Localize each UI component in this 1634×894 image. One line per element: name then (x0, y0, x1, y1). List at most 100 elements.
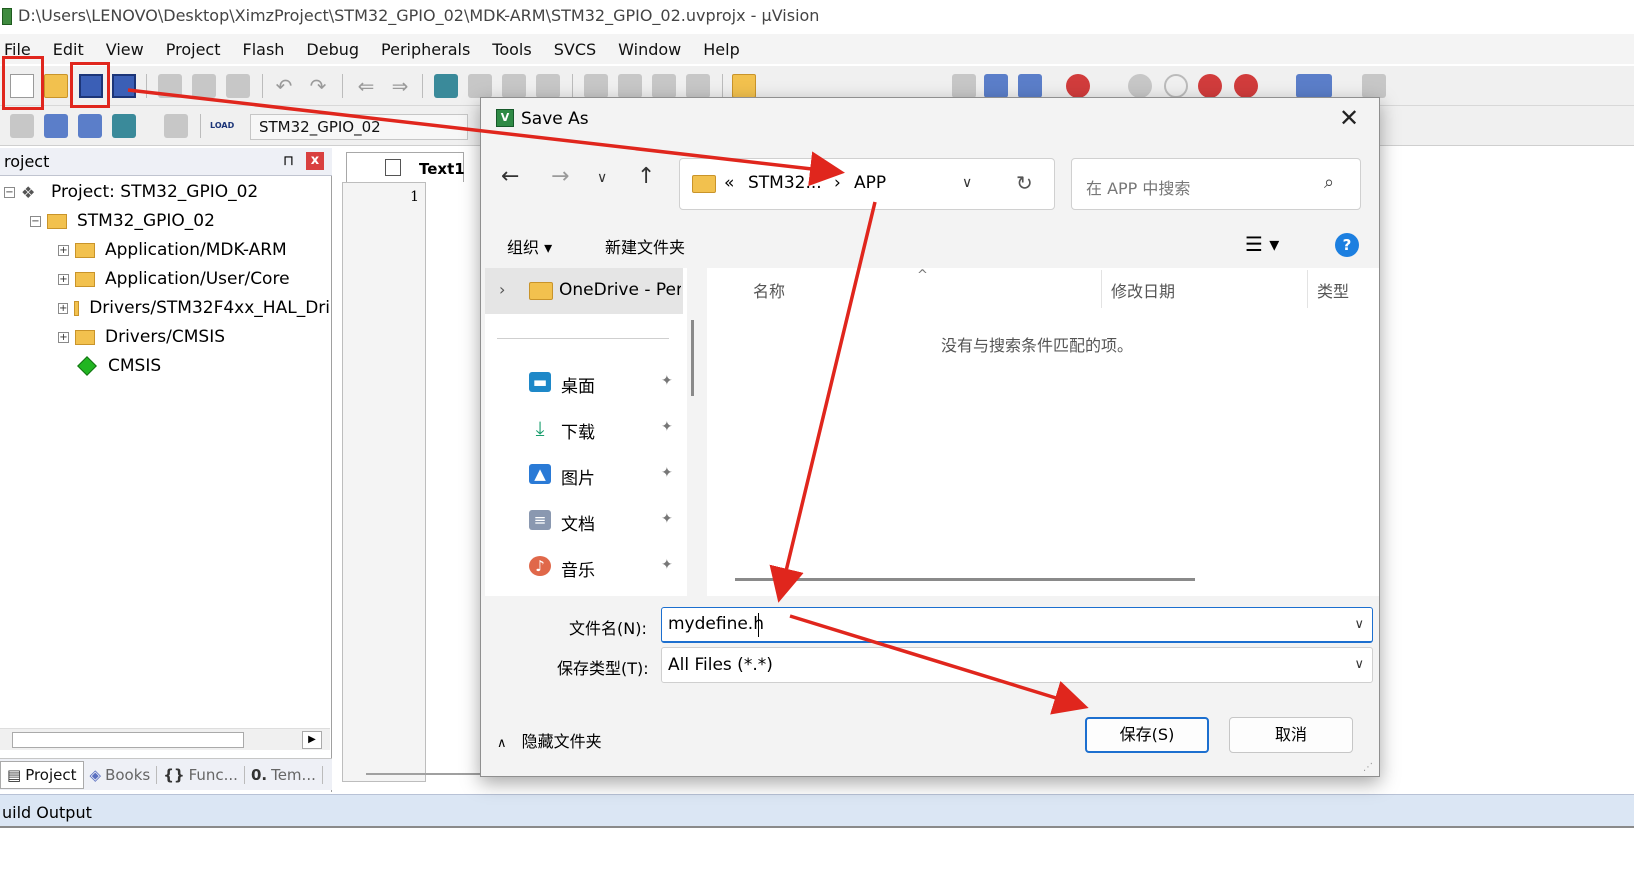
tree-item-project[interactable]: − ❖ Project: STM32_GPIO_02 (4, 179, 258, 205)
resize-grip-icon[interactable]: ⋰ (1363, 762, 1373, 773)
forward-icon[interactable]: → (551, 164, 569, 189)
nav-item-downloads[interactable]: ⤓ 下载 ✦ (485, 412, 683, 446)
rebuild-icon[interactable] (78, 114, 102, 138)
tree-item-target[interactable]: − STM32_GPIO_02 (30, 208, 215, 234)
recent-locations-icon[interactable]: ∨ (597, 170, 607, 186)
menu-project[interactable]: Project (155, 40, 232, 59)
expand-icon[interactable]: + (58, 302, 69, 314)
navigate-back-icon[interactable]: ⇐ (354, 74, 378, 98)
kill-breakpoints-icon[interactable] (1198, 74, 1222, 98)
clear-bookmarks-icon[interactable] (536, 74, 560, 98)
address-segment-parent[interactable]: STM32... (748, 173, 822, 193)
pin-icon[interactable]: ✦ (661, 419, 673, 435)
save-button[interactable]: 保存(S) (1085, 717, 1209, 753)
navigate-forward-icon[interactable]: ⇒ (388, 74, 412, 98)
filetype-select[interactable]: All Files (*.*) ∨ (661, 647, 1373, 683)
menu-peripherals[interactable]: Peripherals (370, 40, 481, 59)
paste-icon[interactable] (226, 74, 250, 98)
uncomment-icon[interactable] (686, 74, 710, 98)
tree-item-group[interactable]: + Application/User/Core (58, 266, 290, 292)
nav-item-onedrive[interactable]: › OneDrive - Per (485, 268, 683, 314)
scroll-right-icon[interactable]: ▶ (302, 731, 322, 749)
expand-icon[interactable]: + (58, 244, 69, 256)
menu-svcs[interactable]: SVCS (543, 40, 607, 59)
batch-build-icon[interactable] (112, 114, 136, 138)
menu-tools[interactable]: Tools (481, 40, 542, 59)
find-in-files-icon[interactable] (732, 74, 756, 98)
window-layout-icon[interactable] (1296, 74, 1332, 98)
find-icon[interactable] (984, 74, 1008, 98)
menu-debug[interactable]: Debug (295, 40, 370, 59)
back-icon[interactable]: ← (501, 164, 519, 189)
tab-project[interactable]: ▤ Project (0, 760, 84, 789)
file-list-scrollbar[interactable] (735, 578, 1195, 581)
pin-icon[interactable]: ✦ (661, 373, 673, 389)
tab-templates[interactable]: 0. Tem... (245, 765, 323, 784)
close-icon[interactable]: ✕ (1339, 104, 1359, 132)
configure-icon[interactable] (1362, 74, 1386, 98)
menu-view[interactable]: View (95, 40, 155, 59)
bookmark-icon[interactable] (434, 74, 458, 98)
undo-icon[interactable]: ↶ (272, 74, 296, 98)
search-input[interactable]: 在 APP 中搜索 ⌕ (1071, 158, 1361, 210)
nav-item-pictures[interactable]: ▲ 图片 ✦ (485, 458, 683, 492)
comment-icon[interactable] (652, 74, 676, 98)
chevron-down-icon[interactable]: ∨ (1354, 617, 1364, 632)
filename-input[interactable]: mydefine.h ∨ (661, 607, 1373, 643)
redo-icon[interactable]: ↷ (306, 74, 330, 98)
menu-flash[interactable]: Flash (231, 40, 295, 59)
scrollbar-thumb[interactable] (12, 732, 244, 748)
chevron-down-icon[interactable]: ∨ (962, 175, 972, 191)
nav-item-documents[interactable]: ≡ 文档 ✦ (485, 504, 683, 538)
breakpoint-icon[interactable] (1128, 74, 1152, 98)
column-type[interactable]: 类型 (1317, 278, 1349, 302)
copy-icon[interactable] (192, 74, 216, 98)
address-overflow[interactable]: « (724, 173, 734, 193)
tab-functions[interactable]: {} Func... (157, 765, 245, 784)
pin-icon[interactable]: ✦ (661, 465, 673, 481)
up-icon[interactable]: ↑ (637, 164, 655, 189)
debug-session-icon[interactable] (1066, 74, 1090, 98)
build-icon[interactable] (44, 114, 68, 138)
dropdown-icon[interactable] (952, 74, 976, 98)
unindent-icon[interactable] (618, 74, 642, 98)
column-divider[interactable] (1307, 270, 1308, 308)
collapse-icon[interactable]: − (4, 186, 15, 198)
load-download-icon[interactable]: LOAD (210, 114, 234, 138)
menu-edit[interactable]: Edit (42, 40, 95, 59)
pin-icon[interactable]: ⊓ (283, 153, 294, 169)
insert-tracepoint-icon[interactable] (1234, 74, 1258, 98)
tree-item-cmsis[interactable]: CMSIS (76, 353, 161, 379)
indent-icon[interactable] (584, 74, 608, 98)
column-date-modified[interactable]: 修改日期 (1111, 278, 1175, 302)
collapse-icon[interactable]: − (30, 215, 41, 227)
expand-icon[interactable]: + (58, 331, 69, 343)
save-all-icon[interactable] (112, 74, 136, 98)
menu-window[interactable]: Window (607, 40, 692, 59)
tab-books[interactable]: ◈ Books (84, 765, 158, 784)
new-folder-button[interactable]: 新建文件夹 (605, 234, 685, 258)
refresh-icon[interactable]: ↻ (1016, 171, 1033, 195)
pin-icon[interactable]: ✦ (661, 557, 673, 573)
tree-item-group[interactable]: + Drivers/CMSIS (58, 324, 225, 350)
address-bar[interactable]: « STM32... › APP ∨ ↻ (679, 158, 1055, 210)
menu-help[interactable]: Help (692, 40, 750, 59)
tab-text1[interactable]: Text1 (346, 152, 465, 182)
tree-item-group[interactable]: + Application/MDK-ARM (58, 237, 287, 263)
nav-item-music[interactable]: ♪ 音乐 ✦ (485, 550, 683, 584)
nav-item-desktop[interactable]: ▬ 桌面 ✦ (485, 366, 683, 400)
project-horizontal-scrollbar[interactable]: ▶ (0, 728, 330, 750)
disable-breakpoint-icon[interactable] (1164, 74, 1188, 98)
hide-folders-toggle[interactable]: ∧ 隐藏文件夹 (497, 728, 602, 752)
translate-icon[interactable] (10, 114, 34, 138)
chevron-down-icon[interactable]: ∨ (1354, 657, 1364, 672)
stop-build-icon[interactable] (164, 114, 188, 138)
column-name[interactable]: 名称 (753, 278, 785, 302)
cut-icon[interactable] (158, 74, 182, 98)
chevron-right-icon[interactable]: › (499, 280, 505, 299)
help-icon[interactable]: ? (1335, 233, 1359, 257)
open-file-icon[interactable] (44, 74, 68, 98)
pin-icon[interactable]: ✦ (661, 511, 673, 527)
prev-bookmark-icon[interactable] (468, 74, 492, 98)
close-pane-icon[interactable]: x (306, 152, 324, 170)
